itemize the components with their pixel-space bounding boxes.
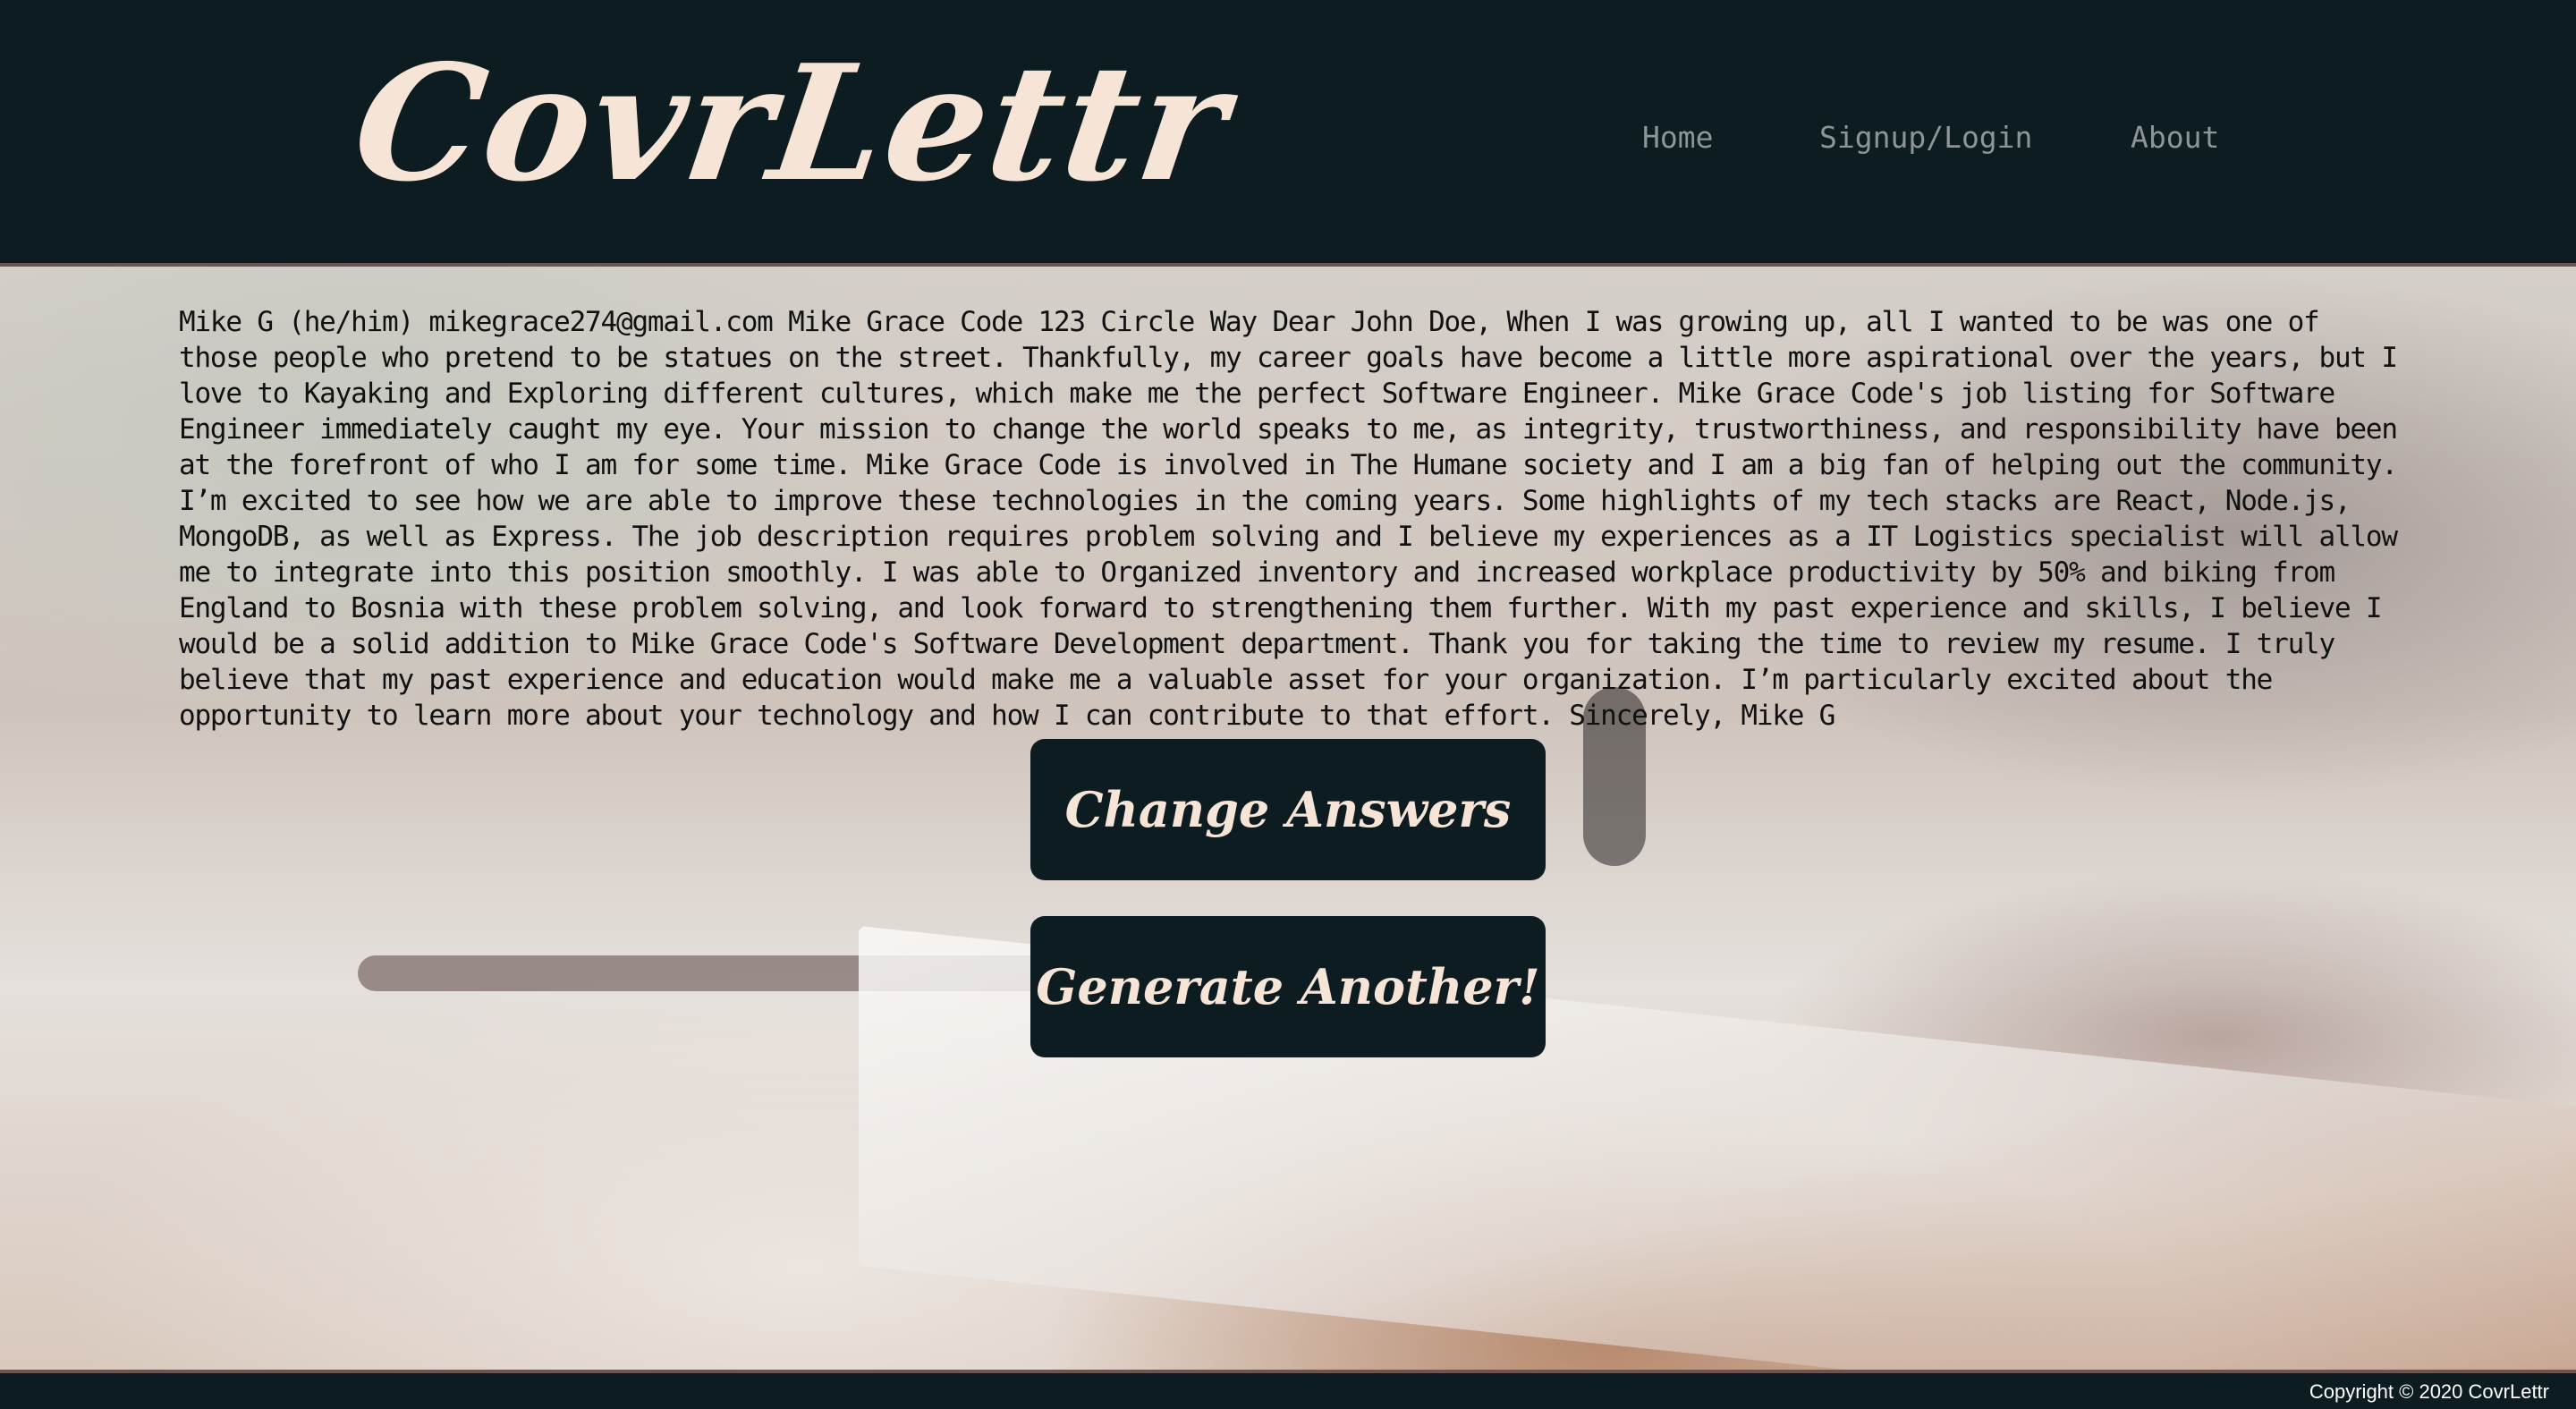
site-header: CovrLettr Home Signup/Login About bbox=[0, 0, 2576, 267]
main-nav: Home Signup/Login About bbox=[0, 113, 2576, 163]
cover-letter-text: Mike G (he/him) mikegrace274@gmail.com M… bbox=[179, 306, 2398, 732]
change-answers-button[interactable]: Change Answers bbox=[1030, 739, 1546, 880]
hero-background: Mike G (he/him) mikegrace274@gmail.com M… bbox=[0, 267, 2576, 1370]
copyright-text: Copyright © 2020 CovrLettr bbox=[2309, 1380, 2549, 1403]
generate-another-button[interactable]: Generate Another! bbox=[1030, 916, 1546, 1057]
page: CovrLettr Home Signup/Login About Mike G… bbox=[0, 0, 2576, 1409]
nav-about-link[interactable]: About bbox=[2131, 113, 2219, 163]
site-footer: Copyright © 2020 CovrLettr bbox=[0, 1370, 2576, 1409]
nav-signup-login-link[interactable]: Signup/Login bbox=[1819, 113, 2032, 163]
nav-home-link[interactable]: Home bbox=[1642, 113, 1713, 163]
